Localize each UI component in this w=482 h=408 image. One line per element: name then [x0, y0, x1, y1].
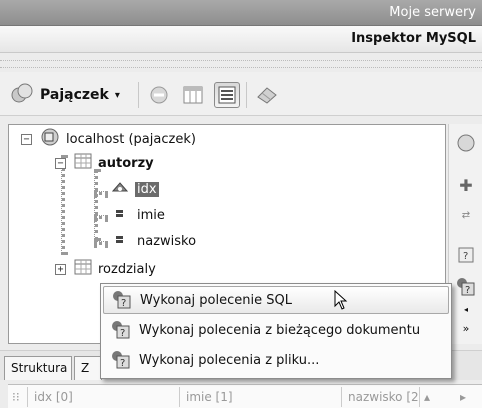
menu-item-execute-sql[interactable]: ? Wykonaj polecenie SQL	[103, 286, 449, 314]
grid-column-header[interactable]: nazwisko [2	[344, 387, 420, 407]
menu-item-label: Wykonaj polecenie SQL	[140, 292, 292, 308]
collapse-toggle-icon[interactable]: −	[55, 157, 66, 169]
swap-button[interactable]: ⇄	[453, 202, 479, 228]
eraser-button[interactable]	[254, 82, 280, 108]
database-selector[interactable]: Pajączek ▾	[10, 82, 120, 108]
database-selector-label: Pajączek	[40, 87, 109, 103]
more-button[interactable]: »	[453, 320, 479, 336]
database-icon	[10, 81, 34, 109]
execute-sql-icon: ?	[103, 320, 139, 340]
tab-structure[interactable]: Struktura	[4, 356, 72, 380]
mouse-cursor-icon	[334, 289, 348, 314]
list-view-button[interactable]	[214, 82, 240, 108]
menu-item-execute-file[interactable]: ? Wykonaj polecenia z pliku...	[103, 346, 449, 374]
help-button[interactable]: ?	[453, 244, 479, 270]
arrow-left-icon: ◂	[463, 304, 468, 314]
stop-button[interactable]	[146, 82, 172, 108]
table-icon	[180, 82, 206, 108]
data-grid-header: ⁝⁝ idx [0] imie [1] nazwisko [2 ▴ ▸	[8, 384, 482, 408]
toolbar-divider	[246, 82, 247, 108]
add-button[interactable]: ✚	[453, 172, 479, 198]
menu-item-label: Wykonaj polecenia z pliku...	[139, 352, 320, 368]
grid-column-header[interactable]: idx [0]	[30, 387, 180, 407]
svg-text:?: ?	[120, 358, 125, 369]
svg-text:?: ?	[120, 328, 125, 339]
tab-structure-label: Struktura	[11, 361, 68, 375]
collapse-toggle-icon[interactable]: −	[21, 133, 32, 145]
window-title-bar: Moje serwery	[0, 0, 482, 26]
table-icon	[74, 153, 92, 173]
table-icon	[74, 259, 92, 279]
tree-connector	[94, 191, 108, 195]
list-view-icon	[214, 82, 240, 108]
next-icon[interactable]: ▸	[456, 387, 476, 407]
execute-sql-icon: ?	[104, 290, 140, 310]
tree-column-node[interactable]: nazwisko	[115, 231, 196, 251]
context-menu: ? Wykonaj polecenie SQL ? Wykonaj polece…	[100, 283, 452, 379]
swap-icon: ⇄	[461, 209, 471, 221]
splitter[interactable]	[0, 60, 482, 68]
help-icon: ?	[458, 247, 474, 267]
tree-connector	[94, 215, 108, 219]
toolbar: Pajączek ▾	[0, 72, 482, 116]
svg-text:?: ?	[121, 298, 126, 309]
column-icon	[115, 208, 125, 223]
grid-corner-icon: ⁝⁝	[8, 387, 28, 407]
double-chevron-down-icon: »	[462, 321, 470, 335]
tree-column-label: nazwisko	[137, 233, 197, 249]
grid-column-header[interactable]: imie [1]	[182, 387, 342, 407]
server-icon	[456, 134, 476, 156]
table-view-button[interactable]	[180, 82, 206, 108]
svg-text:?: ?	[463, 251, 468, 262]
server-icon	[40, 128, 60, 150]
stop-icon	[146, 82, 172, 108]
tree-column-node[interactable]: idx	[111, 179, 159, 199]
eraser-icon	[254, 82, 280, 108]
tree-table-node[interactable]: + rozdzialy	[55, 259, 156, 279]
tab-other-label: Z	[81, 361, 90, 375]
panel-title: Inspektor MySQL	[351, 31, 476, 46]
execute-sql-button[interactable]: ?	[453, 276, 479, 302]
tree-connector	[94, 169, 98, 241]
chevron-down-icon: ▾	[114, 89, 120, 101]
menu-item-execute-document[interactable]: ? Wykonaj polecenia z bieżącego dokument…	[103, 316, 449, 344]
toolbar-divider	[138, 82, 139, 108]
column-icon	[115, 234, 125, 249]
svg-text:?: ?	[465, 285, 470, 296]
window-title: Moje serwery	[389, 5, 476, 20]
tree-column-label: imie	[137, 207, 165, 223]
tree-root-label: localhost (pajaczek)	[66, 131, 196, 147]
tree-column-node[interactable]: imie	[115, 205, 165, 225]
tree-root-node[interactable]: − localhost (pajaczek)	[21, 128, 196, 150]
side-toolstrip: ✚ ⇄ ? ? ◂ »	[448, 124, 482, 344]
scroll-up-icon[interactable]: ▴	[420, 387, 444, 407]
primary-key-icon	[111, 179, 129, 199]
tree-connector	[94, 241, 108, 245]
execute-sql-icon: ?	[456, 277, 476, 301]
tree-table-label: autorzy	[98, 155, 154, 171]
panel-header: Inspektor MySQL	[0, 26, 482, 53]
server-button[interactable]	[453, 132, 479, 158]
expand-toggle-icon[interactable]: +	[55, 263, 66, 275]
scroll-left-button[interactable]: ◂	[453, 302, 479, 316]
tree-table-node[interactable]: − autorzy	[55, 153, 154, 173]
execute-sql-icon: ?	[103, 350, 139, 370]
tree-table-label: rozdzialy	[98, 261, 156, 277]
tree-column-label: idx	[135, 181, 159, 197]
plus-icon: ✚	[459, 175, 473, 195]
menu-item-label: Wykonaj polecenia z bieżącego dokumentu	[139, 322, 421, 338]
tab-other[interactable]: Z	[74, 356, 102, 380]
